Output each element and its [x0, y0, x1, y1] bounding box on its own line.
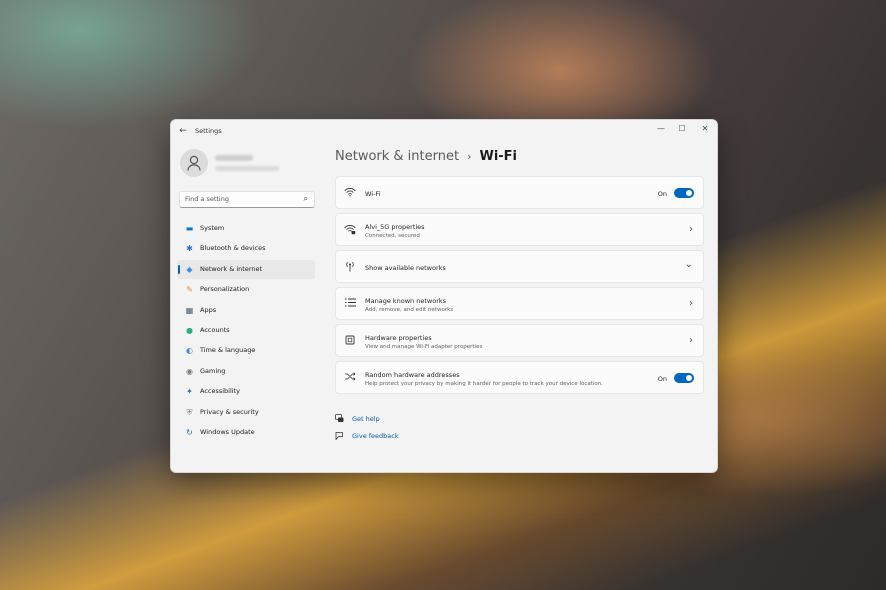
sidebar-item-label: Gaming [200, 366, 226, 375]
close-button[interactable]: ✕ [697, 123, 713, 135]
network-internet-icon: ◆ [186, 264, 193, 274]
wifi-toggle-state: On [657, 190, 667, 198]
network-properties-status: Connected, secured [365, 233, 420, 239]
settings-window: ← Settings — ☐ ✕ Find a setting ⌕ ▬ Syste… [170, 119, 718, 473]
help-chat-icon [335, 414, 345, 425]
random-addresses-card[interactable]: Random hardware addresses Help protect y… [335, 361, 704, 394]
wifi-title: Wi-Fi [365, 190, 381, 198]
bluetooth-devices-icon: ✱ [186, 244, 193, 254]
gaming-icon: ◉ [186, 366, 193, 376]
antenna-icon [344, 261, 356, 273]
wifi-toggle[interactable] [674, 188, 694, 198]
breadcrumb-separator: › [467, 150, 472, 163]
wifi-icon [344, 187, 356, 199]
sidebar-item-label: Network & internet [200, 264, 263, 273]
chevron-down-icon: ⌄ [684, 259, 693, 270]
accounts-icon: ● [186, 325, 193, 335]
search-icon: ⌕ [303, 194, 308, 203]
breadcrumb-current: Wi-Fi [479, 149, 518, 164]
sidebar-item-apps[interactable]: ▦ Apps [177, 301, 315, 320]
app-title: Settings [195, 127, 222, 135]
available-networks-title: Show available networks [365, 264, 446, 272]
chevron-right-icon: › [689, 224, 693, 235]
toggle-knob [686, 375, 692, 381]
privacy-security-icon: ⛨ [186, 407, 193, 417]
search-placeholder: Find a setting [185, 195, 229, 203]
sidebar-item-privacy-security[interactable]: ⛨ Privacy & security [177, 403, 315, 422]
system-icon: ▬ [185, 224, 194, 233]
known-networks-description: Add, remove, and edit networks [365, 307, 454, 313]
minimize-button[interactable]: — [653, 123, 669, 135]
apps-icon: ▦ [185, 305, 194, 315]
random-addresses-toggle-state: On [657, 375, 667, 383]
sidebar-item-accessibility[interactable]: ✦ Accessibility [177, 382, 315, 401]
sidebar-item-gaming[interactable]: ◉ Gaming [177, 362, 315, 381]
sidebar-item-system[interactable]: ▬ System [177, 219, 315, 238]
sidebar-item-time-language[interactable]: ◐ Time & language [177, 341, 315, 360]
sidebar-item-accounts[interactable]: ● Accounts [177, 321, 315, 340]
back-button[interactable]: ← [177, 125, 189, 137]
hardware-properties-card[interactable]: Hardware properties View and manage Wi-F… [335, 324, 704, 357]
sidebar-item-label: Accounts [200, 325, 230, 334]
sidebar-item-label: Personalization [200, 285, 250, 294]
random-addresses-description: Help protect your privacy by making it h… [365, 381, 604, 387]
hardware-properties-description: View and manage Wi-Fi adapter properties [365, 344, 483, 350]
sidebar-item-network-internet[interactable]: ◆ Network & internet [177, 259, 315, 279]
list-icon [344, 298, 356, 310]
get-help-label[interactable]: Get help [352, 415, 380, 423]
time-language-icon: ◐ [186, 346, 193, 356]
user-email-blurred [215, 166, 279, 171]
known-networks-title: Manage known networks [365, 297, 447, 305]
toggle-knob [686, 190, 692, 196]
page-title: Network & internet › Wi-Fi [335, 149, 517, 164]
avatar[interactable] [180, 149, 208, 177]
sidebar-item-bluetooth-devices[interactable]: ✱ Bluetooth & devices [177, 239, 315, 258]
search-input[interactable]: Find a setting ⌕ [179, 191, 315, 208]
random-addresses-toggle[interactable] [674, 373, 694, 383]
accessibility-icon: ✦ [186, 387, 193, 397]
sidebar-item-windows-update[interactable]: ↻ Windows Update [177, 423, 315, 442]
user-name-blurred [215, 155, 253, 161]
sidebar-item-label: Windows Update [200, 427, 255, 436]
windows-update-icon: ↻ [186, 427, 193, 437]
wifi-secured-icon [344, 224, 356, 236]
sidebar-item-label: Time & language [200, 346, 256, 355]
available-networks-card[interactable]: Show available networks ⌄ [335, 250, 704, 283]
breadcrumb-parent[interactable]: Network & internet [335, 149, 459, 164]
wifi-card[interactable]: Wi-Fi On [335, 176, 704, 209]
shuffle-icon [344, 372, 356, 384]
hardware-properties-title: Hardware properties [365, 334, 432, 342]
sidebar-item-label: Apps [200, 305, 217, 314]
sidebar-item-label: Accessibility [200, 387, 240, 396]
chip-icon [344, 335, 356, 347]
sidebar-item-label: Bluetooth & devices [200, 244, 266, 253]
give-feedback-label[interactable]: Give feedback [352, 432, 399, 440]
personalization-icon: ✎ [186, 285, 193, 295]
maximize-button[interactable]: ☐ [674, 123, 690, 135]
feedback-icon [335, 431, 345, 442]
network-properties-card[interactable]: Alvi_5G properties Connected, secured › [335, 213, 704, 246]
user-icon [187, 155, 201, 171]
network-properties-title: Alvi_5G properties [365, 223, 425, 231]
chevron-right-icon: › [689, 335, 693, 346]
known-networks-card[interactable]: Manage known networks Add, remove, and e… [335, 287, 704, 320]
sidebar-item-label: System [200, 224, 225, 232]
title-bar: ← Settings — ☐ ✕ [171, 120, 717, 142]
sidebar-item-personalization[interactable]: ✎ Personalization [177, 280, 315, 299]
sidebar-nav: ▬ System ✱ Bluetooth & devices ◆ Network & in… [177, 219, 315, 443]
sidebar-item-label: Privacy & security [200, 407, 259, 416]
random-addresses-title: Random hardware addresses [365, 371, 460, 379]
chevron-right-icon: › [689, 298, 693, 309]
